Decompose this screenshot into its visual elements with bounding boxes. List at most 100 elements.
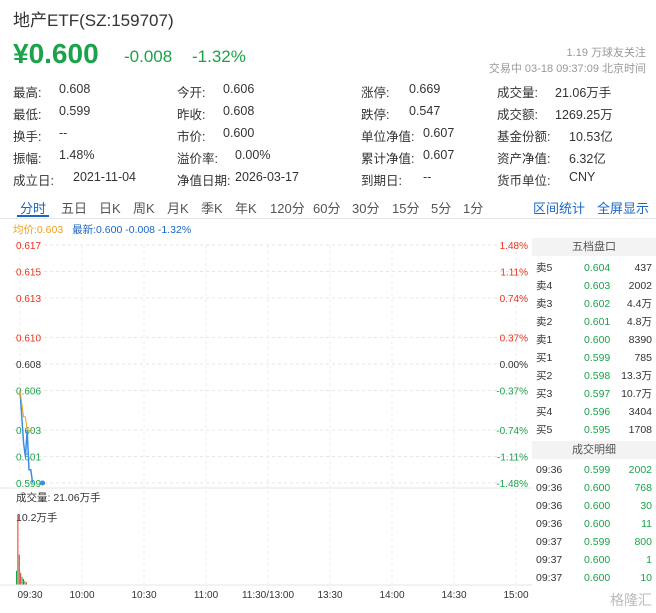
quote-label: 成交量: — [497, 86, 538, 100]
bid-row: 买5 0.595 1708 — [532, 421, 656, 439]
quote-label: 基金份额: — [497, 130, 551, 144]
quote-label: 换手: — [13, 130, 42, 144]
price-axis-label: 0.608 — [16, 360, 41, 371]
trade-row: 09:37 0.600 1 — [532, 551, 656, 569]
ask-label: 卖5 — [536, 262, 553, 274]
quote-label: 市价: — [177, 130, 206, 144]
trade-time: 09:36 — [536, 482, 563, 494]
bid-row: 买1 0.599 785 — [532, 349, 656, 367]
follow-count[interactable]: 1.19 万球友关注 — [567, 44, 646, 60]
trade-time: 09:36 — [536, 518, 563, 530]
tab-0[interactable]: 分时 — [20, 198, 46, 217]
fullscreen-link[interactable]: 全屏显示 — [597, 198, 649, 217]
trade-time: 09:37 — [536, 572, 563, 584]
trade-volume: 800 — [634, 536, 652, 548]
quote-value: 21.06万手 — [555, 86, 612, 100]
quote-label: 溢价率: — [177, 152, 218, 166]
bid-row: 买3 0.597 10.7万 — [532, 385, 656, 403]
time-axis-label: 13:30 — [317, 590, 342, 601]
volume-bar — [17, 516, 19, 585]
intraday-chart[interactable]: 0.6170.6150.6130.6100.6080.6060.6030.601… — [0, 236, 532, 606]
ask-price: 0.602 — [584, 298, 611, 310]
tab-5[interactable]: 季K — [201, 198, 223, 217]
ask-price: 0.601 — [584, 316, 611, 328]
trade-price: 0.599 — [584, 536, 611, 548]
trade-time: 09:37 — [536, 536, 563, 548]
trade-time: 09:37 — [536, 554, 563, 566]
trade-price: 0.600 — [584, 572, 611, 584]
ask-volume: 4.4万 — [626, 298, 652, 310]
tab-12[interactable]: 1分 — [463, 198, 483, 217]
time-axis-label: 14:00 — [379, 590, 404, 601]
tab-11[interactable]: 5分 — [431, 198, 451, 217]
time-axis-label: 11:30/13:00 — [242, 590, 295, 601]
ask-volume: 437 — [634, 262, 652, 274]
volume-bar — [24, 580, 26, 585]
time-axis-label: 14:30 — [441, 590, 466, 601]
price-axis-label: 0.613 — [16, 294, 41, 305]
quote-value: 0.669 — [409, 82, 441, 96]
ask-row: 卖2 0.601 4.8万 — [532, 313, 656, 331]
bid-volume: 1708 — [628, 424, 652, 436]
quote-value: 2026-03-17 — [235, 170, 299, 184]
period-tabs: 分时 五日 日K 周K 月K 季K 年K 120分 60分 30分 15分 5分 1分 区间统计 全屏显示 — [0, 196, 656, 218]
tab-7[interactable]: 120分 — [270, 198, 305, 217]
range-stats-link[interactable]: 区间统计 — [533, 198, 585, 217]
quote-value: 0.606 — [223, 82, 255, 96]
time-axis-label: 11:00 — [194, 590, 219, 601]
quote-value: 0.599 — [59, 104, 91, 118]
time-axis-label: 15:00 — [503, 590, 528, 601]
quote-value: 0.600 — [223, 126, 255, 140]
quote-label: 今开: — [177, 86, 206, 100]
bid-label: 买2 — [536, 370, 553, 382]
price-change: -0.008 — [124, 47, 173, 66]
watermark-logo: 格隆汇 — [610, 592, 652, 608]
volume-bar — [18, 554, 20, 585]
quote-value: 0.608 — [223, 104, 255, 118]
trade-volume: 30 — [640, 500, 652, 512]
ask-price: 0.603 — [584, 280, 611, 292]
quote-label: 到期日: — [361, 174, 402, 188]
time-axis-label: 09:30 — [17, 590, 42, 601]
time-axis-label: 10:00 — [69, 590, 94, 601]
quote-label: 涨停: — [361, 86, 390, 100]
order-book-panel: 五档盘口 卖5 0.604 437 卖4 0.603 2002 卖3 0.602 4.4万 卖2 0.… — [532, 238, 656, 588]
tab-9[interactable]: 30分 — [352, 198, 379, 217]
page-title: 地产ETF(SZ:159707) — [13, 11, 174, 30]
bid-label: 买5 — [536, 424, 553, 436]
tabs-divider — [0, 218, 656, 219]
price-change-pct: -1.32% — [192, 47, 246, 66]
bid-row: 买4 0.596 3404 — [532, 403, 656, 421]
quote-label: 累计净值: — [361, 152, 415, 166]
trade-volume: 11 — [641, 518, 652, 530]
tab-2[interactable]: 日K — [99, 198, 121, 217]
ask-price: 0.604 — [584, 262, 611, 274]
tab-4[interactable]: 月K — [167, 198, 189, 217]
ask-volume: 4.8万 — [626, 316, 652, 328]
quote-value: 0.607 — [423, 148, 455, 162]
trade-row: 09:37 0.600 10 — [532, 569, 656, 587]
quote-value: 6.32亿 — [569, 152, 606, 166]
ask-volume: 2002 — [628, 280, 652, 292]
quote-label: 成立日: — [13, 174, 54, 188]
ask-label: 卖4 — [536, 280, 553, 292]
ask-label: 卖1 — [536, 334, 553, 346]
trade-volume: 1 — [646, 554, 652, 566]
pct-axis-label: 1.11% — [500, 267, 528, 278]
volume-bar — [16, 570, 17, 585]
volume-bar — [23, 578, 24, 585]
quote-label: 资产净值: — [497, 152, 551, 166]
trades-title: 成交明细 — [532, 441, 656, 459]
tab-8[interactable]: 60分 — [313, 198, 340, 217]
ask-label: 卖2 — [536, 316, 553, 328]
tab-10[interactable]: 15分 — [392, 198, 419, 217]
order-book-title: 五档盘口 — [532, 238, 656, 256]
quote-value: 1269.25万 — [555, 108, 613, 122]
price-axis-label: 0.615 — [16, 267, 41, 278]
ask-volume: 8390 — [628, 334, 652, 346]
trade-row: 09:36 0.600 11 — [532, 515, 656, 533]
price-axis-label: 0.603 — [16, 426, 41, 437]
tab-1[interactable]: 五日 — [61, 198, 87, 217]
tab-3[interactable]: 周K — [133, 198, 155, 217]
tab-6[interactable]: 年K — [235, 198, 257, 217]
